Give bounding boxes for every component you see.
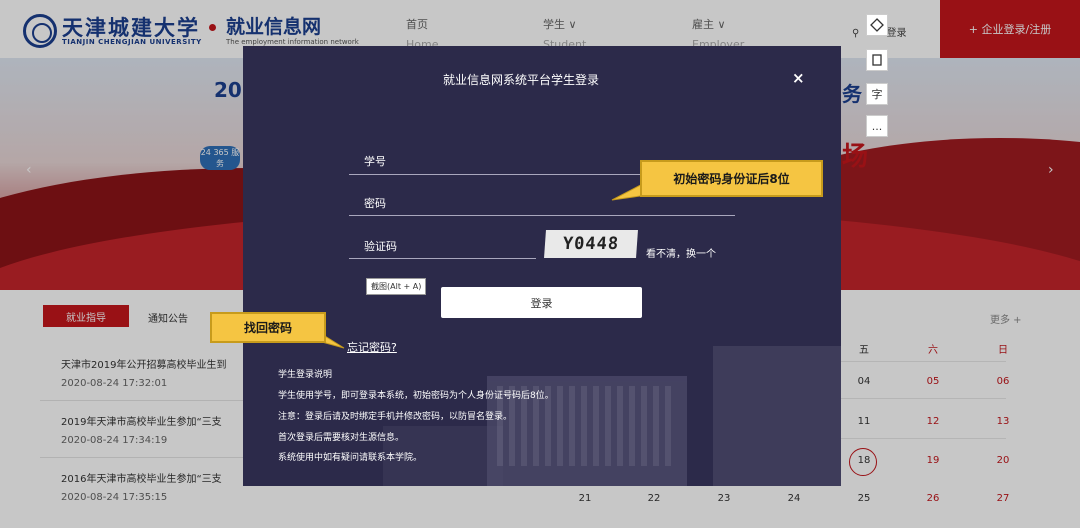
password-hint-callout: 初始密码身份证后8位 <box>640 160 823 197</box>
recover-password-callout: 找回密码 <box>210 312 326 343</box>
copy-icon-glyph <box>872 54 882 66</box>
screenshot-icon[interactable] <box>866 14 888 36</box>
more-icon[interactable]: ... <box>866 115 888 137</box>
copy-icon[interactable] <box>866 49 888 71</box>
page: 天津城建大学 TIANJIN CHENGJIAN UNIVERSITY 就业信息… <box>0 0 1080 528</box>
screenshot-icon-glyph <box>870 18 884 32</box>
callout-pointers <box>298 177 655 349</box>
text-icon[interactable]: 字 <box>866 83 888 105</box>
